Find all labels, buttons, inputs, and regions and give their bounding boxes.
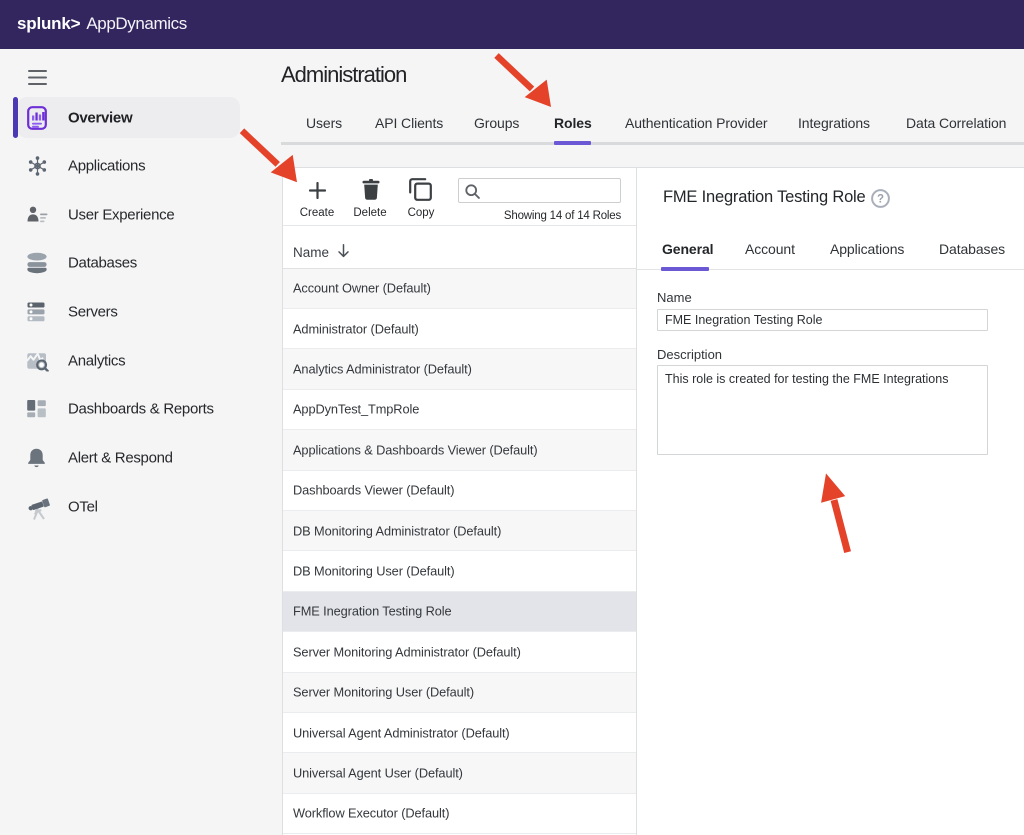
svg-text:?: ? — [877, 193, 884, 205]
